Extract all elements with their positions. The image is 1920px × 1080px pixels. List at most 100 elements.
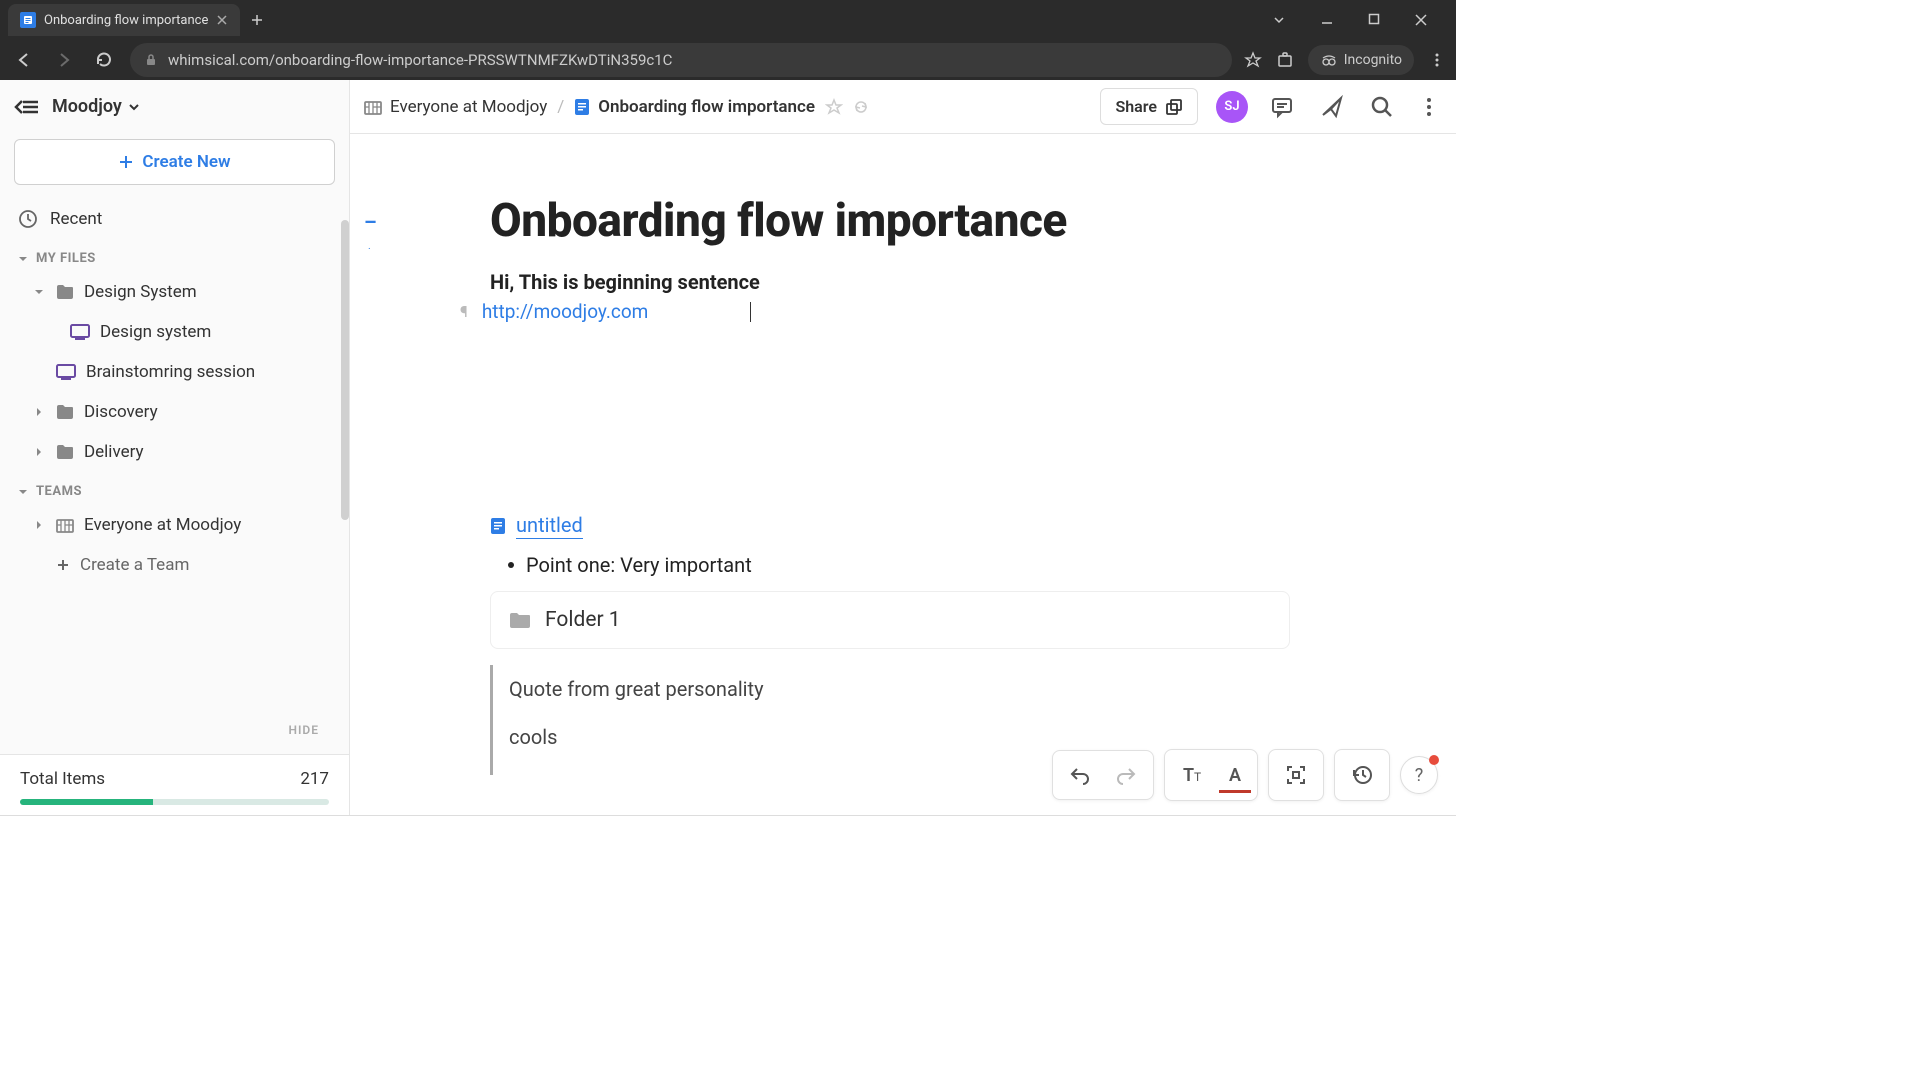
- create-team-label: Create a Team: [80, 555, 189, 575]
- workspace-name: Moodjoy: [52, 96, 122, 117]
- caret-down-icon: [18, 254, 28, 264]
- address-bar: whimsical.com/onboarding-flow-importance…: [0, 40, 1456, 80]
- sidebar-header: Moodjoy: [0, 80, 349, 133]
- tree-label: Delivery: [84, 442, 144, 462]
- create-team-button[interactable]: Create a Team: [0, 545, 349, 585]
- chevron-down-icon: [128, 101, 140, 113]
- document-canvas[interactable]: – · Onboarding flow importance Hi, This …: [350, 134, 1456, 815]
- text-style-button[interactable]: TT: [1171, 756, 1215, 794]
- tab-favicon-doc-icon: [20, 12, 36, 28]
- document-link[interactable]: http://moodjoy.com: [482, 300, 649, 323]
- browser-tab[interactable]: Onboarding flow importance: [8, 4, 240, 36]
- caret-right-icon: [34, 447, 46, 457]
- create-new-label: Create New: [142, 152, 230, 172]
- history-button[interactable]: [1341, 756, 1383, 794]
- quote-line: Quote from great personality: [509, 677, 1290, 701]
- close-window-icon[interactable]: [1406, 9, 1436, 31]
- workspace-switcher[interactable]: Moodjoy: [52, 96, 140, 117]
- sidebar-scrollbar[interactable]: [341, 220, 349, 520]
- bullet-icon: [508, 562, 514, 568]
- clock-icon: [18, 209, 38, 229]
- focus-mode-button[interactable]: [1275, 756, 1317, 794]
- hide-sidebar-label[interactable]: HIDE: [288, 723, 319, 737]
- address-bar-actions: Incognito: [1244, 45, 1446, 75]
- doc-icon: [490, 517, 506, 535]
- breadcrumb-team[interactable]: Everyone at Moodjoy: [364, 97, 547, 117]
- outline-toggle-icon[interactable]: –: [364, 210, 377, 234]
- tab-search-icon[interactable]: [1264, 9, 1294, 31]
- sync-icon[interactable]: [853, 99, 869, 115]
- folder-icon: [56, 284, 74, 300]
- reload-button[interactable]: [90, 46, 118, 74]
- user-avatar[interactable]: SJ: [1216, 91, 1248, 123]
- floating-toolbar: TT A ?: [1052, 749, 1438, 801]
- collapse-sidebar-button[interactable]: [14, 97, 40, 117]
- plus-icon: [118, 154, 134, 170]
- document-heading[interactable]: Hi, This is beginning sentence: [490, 270, 1456, 294]
- teams-label: TEAMS: [36, 484, 82, 499]
- more-menu-icon[interactable]: [1416, 92, 1442, 122]
- tab-bar: Onboarding flow importance: [0, 0, 1456, 40]
- embedded-doc-link[interactable]: untitled: [490, 513, 1456, 539]
- url-text: whimsical.com/onboarding-flow-importance…: [168, 51, 672, 69]
- forward-button[interactable]: [50, 46, 78, 74]
- tree-item-design-system-folder[interactable]: Design System: [0, 272, 349, 312]
- topbar-actions: Share SJ: [1100, 88, 1442, 125]
- maximize-icon[interactable]: [1360, 9, 1388, 31]
- lock-icon: [144, 53, 158, 67]
- bullet-list-item[interactable]: Point one: Very important: [508, 553, 1456, 577]
- breadcrumb-doc-label: Onboarding flow importance: [598, 97, 815, 117]
- topbar: Everyone at Moodjoy / Onboarding flow im…: [350, 80, 1456, 134]
- undo-button[interactable]: [1059, 757, 1101, 793]
- share-button[interactable]: Share: [1100, 88, 1198, 125]
- tree-item-team-everyone[interactable]: Everyone at Moodjoy: [0, 505, 349, 545]
- tree-item-design-system-board[interactable]: Design system: [0, 312, 349, 352]
- url-input[interactable]: whimsical.com/onboarding-flow-importance…: [130, 43, 1232, 77]
- favorite-star-icon[interactable]: [825, 98, 843, 116]
- sidebar-stats: Total Items 217: [0, 754, 349, 815]
- tree-label: Design system: [100, 322, 211, 342]
- tree-label: Everyone at Moodjoy: [84, 515, 241, 535]
- caret-down-icon: [34, 287, 46, 297]
- svg-text:T: T: [1194, 770, 1201, 784]
- stats-value: 217: [300, 769, 329, 789]
- new-tab-button[interactable]: [244, 7, 270, 33]
- back-button[interactable]: [10, 46, 38, 74]
- document-title[interactable]: Onboarding flow importance: [490, 194, 1456, 248]
- search-icon[interactable]: [1366, 91, 1398, 123]
- sidebar-section-my-files[interactable]: MY FILES: [0, 239, 349, 272]
- browser-menu-icon[interactable]: [1428, 51, 1446, 69]
- text-cursor: [750, 302, 751, 322]
- bookmark-star-icon[interactable]: [1244, 51, 1262, 69]
- breadcrumb-team-label: Everyone at Moodjoy: [390, 97, 547, 117]
- sidebar: Moodjoy Create New Recent MY FILES Desig…: [0, 80, 350, 815]
- folder-icon: [509, 611, 531, 629]
- tab-title: Onboarding flow importance: [44, 13, 208, 28]
- extensions-icon[interactable]: [1276, 51, 1294, 69]
- incognito-badge[interactable]: Incognito: [1308, 45, 1414, 75]
- incognito-icon: [1320, 51, 1338, 69]
- create-new-button[interactable]: Create New: [14, 139, 335, 185]
- breadcrumb-doc[interactable]: Onboarding flow importance: [574, 97, 815, 117]
- folder-block[interactable]: Folder 1: [490, 591, 1290, 649]
- send-icon[interactable]: [1316, 91, 1348, 123]
- comments-icon[interactable]: [1266, 91, 1298, 123]
- sidebar-recent[interactable]: Recent: [0, 199, 349, 239]
- tree-item-brainstorming[interactable]: Brainstomring session: [0, 352, 349, 392]
- text-color-button[interactable]: A: [1219, 757, 1251, 793]
- bullet-text: Point one: Very important: [526, 553, 752, 577]
- help-button[interactable]: ?: [1400, 756, 1438, 794]
- redo-button[interactable]: [1105, 757, 1147, 793]
- sidebar-section-teams[interactable]: TEAMS: [0, 472, 349, 505]
- tab-close-icon[interactable]: [216, 14, 228, 26]
- tree-item-delivery[interactable]: Delivery: [0, 432, 349, 472]
- tree-item-discovery[interactable]: Discovery: [0, 392, 349, 432]
- main-area: Everyone at Moodjoy / Onboarding flow im…: [350, 80, 1456, 815]
- tree-label: Design System: [84, 282, 197, 302]
- minimize-icon[interactable]: [1312, 9, 1342, 31]
- stats-label: Total Items: [20, 769, 105, 789]
- share-icon: [1165, 98, 1183, 116]
- browser-chrome: Onboarding flow importance whimsical.com…: [0, 0, 1456, 80]
- doc-icon: [574, 98, 590, 116]
- caret-right-icon: [34, 407, 46, 417]
